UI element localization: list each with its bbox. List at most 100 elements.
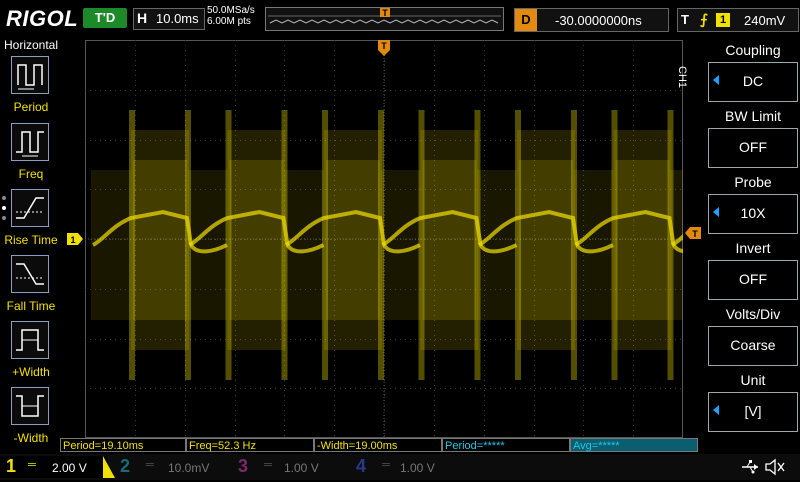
measurement-period[interactable]: Period=19.10ms — [60, 438, 186, 452]
freq-label: Freq — [18, 167, 44, 181]
bw-limit-value: OFF — [739, 139, 767, 155]
rising-edge-icon: ⨍ — [700, 11, 708, 27]
dc-coupling-icon: ═ — [382, 459, 390, 471]
memory-position-bar[interactable]: T — [265, 7, 504, 31]
volts-div-value: Coarse — [730, 337, 776, 353]
ch1-status[interactable]: 1 ═ 2.00 V — [0, 456, 108, 478]
ch1-active-tab-corner — [103, 456, 115, 478]
ch2-scale: 10.0mV — [168, 461, 210, 475]
invert-title: Invert — [735, 240, 771, 256]
measurement-neg-width[interactable]: -Width=19.00ms — [314, 438, 442, 452]
ch2-status[interactable]: 2 ═ 10.0mV — [118, 456, 226, 478]
measurement-period-2[interactable]: Period=***** — [442, 438, 570, 452]
ch1-number: 1 — [6, 456, 17, 476]
ch4-scale: 1.00 V — [400, 461, 435, 475]
measure-period-button[interactable]: Period — [0, 56, 62, 122]
ch1-offset-label: 1 — [70, 235, 75, 245]
rise-time-icon — [11, 189, 49, 227]
horizontal-label: H — [137, 10, 148, 26]
measurement-avg[interactable]: Avg=***** — [570, 438, 698, 452]
invert-menu-item[interactable]: Invert OFF — [706, 238, 800, 302]
ch2-number: 2 — [120, 456, 131, 476]
rise-time-label: Rise Time — [4, 233, 58, 247]
channel-menu: Coupling DC BW Limit OFF Probe 10X Inver… — [706, 38, 800, 438]
left-menu-page-dots — [2, 196, 6, 236]
trigger-level-label: T — [692, 229, 698, 239]
delay-label: D — [515, 9, 537, 31]
probe-value: 10X — [740, 205, 766, 221]
trigger-position-marker[interactable]: T — [378, 40, 390, 56]
dc-coupling-icon: ═ — [146, 459, 154, 471]
ch1-scale: 2.00 V — [52, 461, 87, 475]
dc-coupling-icon: ═ — [28, 459, 36, 471]
coupling-menu-item[interactable]: Coupling DC — [706, 40, 800, 104]
ch3-status[interactable]: 3 ═ 1.00 V — [236, 456, 344, 478]
measure-menu-title: Horizontal — [3, 38, 59, 52]
coupling-value: DC — [742, 73, 764, 89]
probe-menu-item[interactable]: Probe 10X — [706, 172, 800, 236]
frequency-icon — [11, 123, 49, 161]
usb-icon — [740, 458, 760, 476]
unit-menu-item[interactable]: Unit [V] — [706, 370, 800, 434]
invert-value: OFF — [739, 271, 767, 287]
timebase-value: 10.0ms — [156, 11, 199, 26]
ch1-offset-marker[interactable]: 1 — [67, 232, 83, 245]
positive-width-icon — [11, 321, 49, 359]
unit-value: [V] — [744, 403, 762, 419]
rigol-logo: RIGOL — [6, 6, 79, 31]
probe-title: Probe — [734, 174, 772, 190]
memory-depth: 6.00M pts — [207, 16, 251, 27]
sample-rate: 50.0MSa/s — [207, 5, 255, 16]
pos-width-label: +Width — [12, 365, 50, 379]
ch3-number: 3 — [238, 456, 249, 476]
bw-limit-value-box[interactable]: OFF — [708, 128, 798, 168]
trigger-box[interactable]: T ⨍ 1 240mV — [677, 8, 799, 32]
speaker-muted-icon[interactable] — [764, 457, 786, 477]
measure-neg-width-button[interactable]: -Width — [0, 387, 62, 453]
memory-waveform-preview: T — [268, 8, 501, 24]
memory-trigger-marker: T — [382, 8, 388, 18]
coupling-title: Coupling — [725, 42, 781, 58]
measure-pos-width-button[interactable]: +Width — [0, 321, 62, 387]
unit-value-box[interactable]: [V] — [708, 392, 798, 432]
fall-time-label: Fall Time — [6, 299, 56, 313]
trigger-source-badge: 1 — [716, 13, 730, 27]
trigger-position-label: T — [381, 41, 387, 51]
measure-menu: Horizontal Period Freq Rise Time Fall Ti… — [0, 38, 62, 445]
volts-div-title: Volts/Div — [725, 306, 781, 322]
volts-div-menu-item[interactable]: Volts/Div Coarse — [706, 304, 800, 368]
unit-title: Unit — [740, 372, 766, 388]
bw-limit-menu-item[interactable]: BW Limit OFF — [706, 106, 800, 170]
trigger-level-marker[interactable]: T — [685, 226, 701, 239]
measurement-results-bar: Period=19.10ms Freq=52.3 Hz -Width=19.00… — [60, 438, 700, 454]
measure-rise-time-button[interactable]: Rise Time — [0, 189, 62, 255]
graticule — [85, 40, 800, 438]
run-status-badge[interactable]: T'D — [83, 8, 127, 28]
negative-width-icon — [11, 387, 49, 425]
ch3-scale: 1.00 V — [284, 461, 319, 475]
dc-coupling-icon: ═ — [264, 459, 272, 471]
coupling-value-box[interactable]: DC — [708, 62, 798, 102]
fall-time-icon — [11, 255, 49, 293]
volts-div-value-box[interactable]: Coarse — [708, 326, 798, 366]
waveform-display[interactable] — [85, 40, 800, 438]
period-label: Period — [13, 100, 49, 114]
bw-limit-title: BW Limit — [725, 108, 781, 124]
measure-freq-button[interactable]: Freq — [0, 123, 62, 189]
invert-value-box[interactable]: OFF — [708, 260, 798, 300]
trigger-label: T — [681, 12, 689, 27]
ch4-status[interactable]: 4 ═ 1.00 V — [354, 456, 462, 478]
measure-fall-time-button[interactable]: Fall Time — [0, 255, 62, 321]
measurement-freq[interactable]: Freq=52.3 Hz — [186, 438, 314, 452]
delay-value: -30.0000000ns — [555, 13, 642, 28]
top-status-bar: RIGOL T'D H 10.0ms 50.0MSa/s 6.00M pts T… — [0, 0, 800, 38]
neg-width-label: -Width — [13, 431, 49, 445]
ch4-number: 4 — [356, 456, 367, 476]
period-icon — [11, 56, 49, 94]
acquisition-info: 50.0MSa/s 6.00M pts — [207, 5, 255, 27]
channel-menu-label: CH1 — [676, 66, 688, 89]
probe-value-box[interactable]: 10X — [708, 194, 798, 234]
delay-box[interactable]: D -30.0000000ns — [514, 8, 669, 32]
timebase-box[interactable]: H 10.0ms — [133, 8, 205, 30]
trigger-level-value: 240mV — [744, 13, 786, 28]
